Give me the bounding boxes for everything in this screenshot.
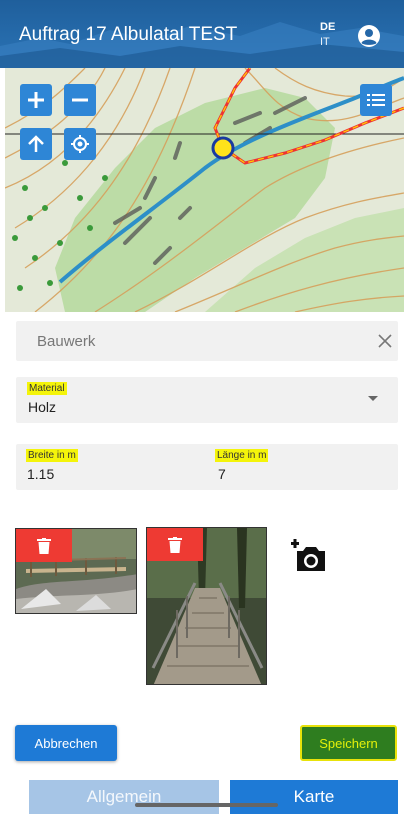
delete-photo-2-button[interactable] xyxy=(147,528,203,561)
tab-map[interactable]: Karte xyxy=(230,780,398,814)
photo-thumbnail-2[interactable] xyxy=(146,527,267,685)
cancel-button[interactable]: Abbrechen xyxy=(15,725,117,761)
tab-general[interactable]: Allgemein xyxy=(29,780,219,814)
locate-icon xyxy=(71,135,89,153)
photo-thumbnail-1[interactable] xyxy=(15,528,137,614)
page-title: Auftrag 17 Albulatal TEST xyxy=(19,24,238,45)
home-indicator[interactable] xyxy=(135,803,278,807)
dimensions-row: Breite in m 1.15 Länge in m 7 xyxy=(16,444,398,490)
app-header: Auftrag 17 Albulatal TEST DE IT xyxy=(0,0,404,68)
width-label: Breite in m xyxy=(26,449,78,462)
map-view[interactable]: * * * xyxy=(5,68,404,312)
trash-icon xyxy=(168,536,182,553)
material-select[interactable]: Material Holz xyxy=(16,377,398,423)
lang-de[interactable]: DE xyxy=(320,20,335,35)
chevron-down-icon xyxy=(368,396,378,401)
layers-list-button[interactable] xyxy=(360,84,392,116)
structure-search-input[interactable] xyxy=(16,321,356,361)
zoom-out-icon xyxy=(72,98,88,102)
save-button[interactable]: Speichern xyxy=(300,725,397,761)
width-field[interactable]: 1.15 xyxy=(27,466,54,482)
language-switch[interactable]: DE IT xyxy=(320,20,335,50)
material-label: Material xyxy=(27,382,67,395)
zoom-in-button[interactable] xyxy=(20,84,52,116)
delete-photo-1-button[interactable] xyxy=(16,529,72,562)
account-circle-icon[interactable] xyxy=(357,24,381,48)
locate-button[interactable] xyxy=(64,128,96,160)
north-arrow-icon xyxy=(28,135,44,152)
close-icon[interactable] xyxy=(377,333,393,349)
north-arrow-button[interactable] xyxy=(20,128,52,160)
length-label: Länge in m xyxy=(215,449,269,462)
lang-it[interactable]: IT xyxy=(320,35,335,50)
zoom-out-button[interactable] xyxy=(64,84,96,116)
structure-search-field[interactable] xyxy=(16,321,398,361)
zoom-in-icon xyxy=(28,92,44,108)
add-photo-icon[interactable] xyxy=(291,539,327,573)
length-field[interactable]: 7 xyxy=(218,466,226,482)
selected-point-marker xyxy=(211,136,235,160)
layers-list-icon xyxy=(367,94,385,106)
trash-icon xyxy=(37,537,51,554)
material-value: Holz xyxy=(28,399,57,415)
